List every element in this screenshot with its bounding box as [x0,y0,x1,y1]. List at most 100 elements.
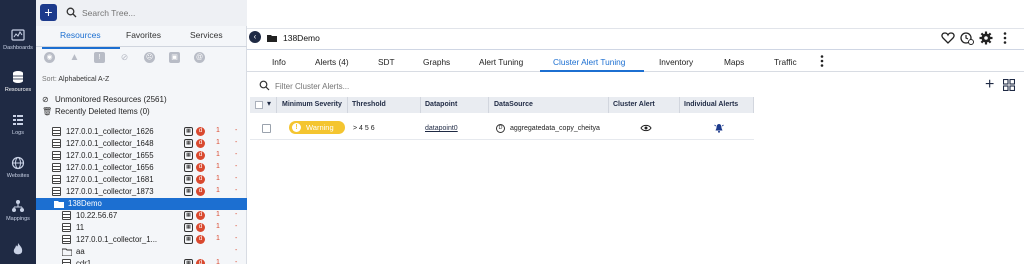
header-cluster-alert[interactable]: Cluster Alert [613,101,655,108]
tree-tab-services[interactable]: Services [190,30,223,40]
search-icon [66,7,77,18]
alert-count: 1 [216,223,220,230]
chevron-down-icon[interactable]: ▾ [267,99,271,108]
server-icon [52,139,61,148]
nav-websites[interactable]: Websites [0,156,36,179]
more-tabs-icon[interactable] [819,54,825,68]
alert-count: 1 [216,175,220,182]
tree-item[interactable]: 127.0.0.1_collector_1656 ▦ d 1 - [36,162,247,174]
tree-item[interactable]: 10.22.56.67 ▦ d 1 - [36,210,247,222]
tab-alert-tuning[interactable]: Alert Tuning [479,57,523,67]
server-icon [62,223,71,232]
tree-item-label: 127.0.0.1_collector_1681 [66,175,154,184]
active-tab-indicator [540,70,644,72]
header-datapoint[interactable]: Datapoint [425,101,457,108]
more-vertical-icon[interactable] [998,31,1012,45]
tree-item[interactable]: 127.0.0.1_collector_1655 ▦ d 1 - [36,150,247,162]
header-threshold[interactable]: Threshold [352,101,386,108]
nav-resources[interactable]: Resources [0,70,36,93]
sort-selector[interactable]: Sort: Alphabetical A-Z [42,76,109,83]
collapse-tree-button[interactable]: ‹ [249,31,261,43]
flame-icon [13,243,23,255]
nav-logs[interactable]: Logs [0,113,36,136]
server-icon [52,187,61,196]
sdt-filter-icon[interactable]: ⊘ [119,52,130,63]
mappings-icon [12,200,24,212]
tab-maps[interactable]: Maps [724,57,744,67]
tree-item[interactable]: 127.0.0.1_collector_1648 ▦ d 1 - [36,138,247,150]
filter-cluster-alerts-input[interactable] [275,79,575,93]
column-settings-icon[interactable] [1003,79,1015,91]
tab-traffic[interactable]: Traffic [774,57,797,67]
tree-item[interactable]: 11 ▦ d 1 - [36,222,247,234]
gear-icon[interactable] [979,31,993,45]
nav-mappings[interactable]: Mappings [0,199,36,222]
tab-sdt[interactable]: SDT [378,57,395,67]
column-divider [347,97,348,113]
severity-label: Warning [306,123,334,132]
active-tab-indicator [42,47,120,49]
nav-flame[interactable] [0,242,36,259]
table-row[interactable]: ! Warning > 4 5 6 datapoint0 D aggregate… [250,116,754,140]
tree-item[interactable]: cdr1 ▦ d 1 - [36,258,247,264]
tree-item-selected[interactable]: 138Demo [36,198,247,210]
cluster-alert-eye-icon[interactable] [640,124,652,132]
recently-deleted-items[interactable]: 🗑 Recently Deleted Items (0) [42,107,150,116]
critical-icon: d [196,223,205,232]
tab-alerts[interactable]: Alerts (4) [315,57,349,67]
server-icon [62,259,71,264]
cloud-filter-icon[interactable]: @ [194,52,205,63]
tab-graphs[interactable]: Graphs [423,57,450,67]
folder-icon [62,248,72,256]
favorite-heart-icon[interactable] [941,31,955,45]
collector-icon: ▦ [184,187,193,196]
tree-search-input[interactable] [82,5,232,21]
tree-item[interactable]: aa - [36,246,247,258]
datasource-name: aggregatedata_copy_cheitya [510,125,600,132]
sdt-clock-icon[interactable] [960,31,974,45]
tree-item[interactable]: 127.0.0.1_collector_1626 ▦ d 1 - [36,126,247,138]
sort-prefix: Sort: [42,76,57,83]
page-title: 138Demo [283,33,320,43]
collector-icon: ▦ [184,175,193,184]
resource-tree-panel: + Resources Favorites Services ◉ ▲ ! ⊘ ☹… [36,0,247,264]
sdt-status: - [235,175,238,182]
tab-info[interactable]: Info [272,57,286,67]
header-minimum-severity[interactable]: Minimum Severity [282,101,342,108]
tree-tab-favorites[interactable]: Favorites [126,30,161,40]
header-datasource[interactable]: DataSource [494,101,533,108]
individual-alerts-bell-icon[interactable] [714,123,724,133]
select-all-checkbox[interactable] [255,101,263,109]
critical-icon: d [196,259,205,264]
header-individual-alerts[interactable]: Individual Alerts [684,101,738,108]
nav-dashboards[interactable]: Dashboards [0,28,36,51]
nav-label: Websites [6,173,30,179]
all-status-filter-icon[interactable]: ◉ [44,52,55,63]
sdt-status: - [235,259,238,264]
warning-filter-icon[interactable]: ▲ [69,52,80,63]
add-icon[interactable]: + [985,77,994,93]
tab-cluster-alert-tuning[interactable]: Cluster Alert Tuning [553,57,625,67]
collector-filter-icon[interactable]: ▣ [169,52,180,63]
tree-item-label: 127.0.0.1_collector_1873 [66,187,154,196]
dead-filter-icon[interactable]: ☹ [144,52,155,63]
dashboard-icon [11,29,25,41]
tree-item-label: 127.0.0.1_collector_1648 [66,139,154,148]
add-resource-button[interactable]: + [40,4,57,21]
alert-count: 1 [216,211,220,218]
tree-item-label: 127.0.0.1_collector_1626 [66,127,154,136]
tree-tab-resources[interactable]: Resources [60,30,101,40]
tree-item[interactable]: 127.0.0.1_collector_1873 ▦ d 1 - [36,186,247,198]
trash-icon: 🗑 [42,107,53,116]
alert-count: 1 [216,163,220,170]
column-divider [488,97,489,113]
row-checkbox[interactable] [262,124,271,133]
tab-inventory[interactable]: Inventory [659,57,693,67]
tree-item[interactable]: 127.0.0.1_collector_1681 ▦ d 1 - [36,174,247,186]
unmonitored-resources[interactable]: ⊘ Unmonitored Resources (2561) [42,95,167,104]
critical-filter-icon[interactable]: ! [94,52,105,63]
unmonitored-label: Unmonitored Resources (2561) [55,95,167,104]
tree-item[interactable]: 127.0.0.1_collector_1... ▦ d 1 - [36,234,247,246]
datapoint-link[interactable]: datapoint0 [425,125,458,132]
resources-icon [13,71,23,83]
